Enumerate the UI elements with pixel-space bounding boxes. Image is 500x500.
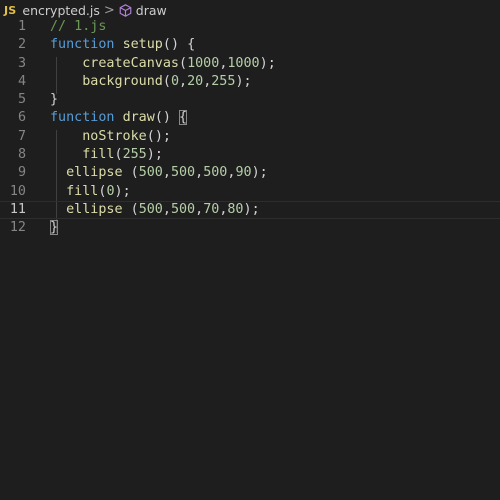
code-lines[interactable]: 1// 1.js 2 function setup() {3 createCanva… [0, 18, 500, 238]
code-line[interactable]: 12} [0, 219, 500, 237]
line-number: 4 [17, 73, 26, 89]
line-number: 10 [9, 183, 26, 199]
line-number: 6 [17, 110, 26, 126]
line-number: 2 [17, 37, 26, 53]
line-number: 7 [17, 128, 26, 144]
code-text[interactable]: fill(255); [50, 146, 163, 164]
code-line[interactable]: 1 // 1.js [0, 18, 500, 36]
code-editor[interactable]: 1// 1.js 2 function setup() {3 createCanva… [0, 18, 500, 238]
code-line[interactable]: 2 function setup() { [0, 36, 500, 54]
code-text[interactable]: ellipse (500,500,500,90); [50, 164, 268, 182]
line-number: 1 [17, 19, 26, 34]
line-number: 8 [17, 147, 26, 163]
code-text[interactable]: createCanvas(1000,1000); [50, 55, 276, 73]
line-number: 11 [9, 201, 26, 217]
code-line[interactable]: 3 createCanvas(1000,1000); [0, 55, 500, 73]
code-line[interactable]: 8 fill(255); [0, 146, 500, 164]
code-line[interactable]: 10 fill(0); [0, 183, 500, 201]
breadcrumb-symbol-name[interactable]: draw [136, 3, 167, 18]
line-number: 3 [17, 55, 26, 71]
code-text[interactable]: function draw() { [50, 109, 188, 127]
breadcrumb-file-name[interactable]: encrypted.js [22, 3, 99, 18]
code-line[interactable]: 5} [0, 91, 500, 109]
code-line[interactable]: 4 background(0,20,255); [0, 73, 500, 91]
code-line[interactable]: 9 ellipse (500,500,500,90); [0, 164, 500, 182]
breadcrumb: JS encrypted.js > draw [0, 0, 500, 20]
line-number: 9 [17, 165, 26, 181]
line-number: 12 [9, 220, 26, 236]
cube-icon [119, 3, 133, 17]
line-number: 5 [17, 92, 26, 108]
code-text[interactable]: } [50, 219, 59, 237]
code-text[interactable]: fill(0); [50, 183, 131, 201]
code-text[interactable]: } [50, 91, 58, 109]
code-text[interactable]: // 1.js [50, 18, 106, 36]
js-file-icon: JS [4, 3, 17, 17]
code-text[interactable]: function setup() { [50, 36, 195, 54]
code-text[interactable]: ellipse (500,500,70,80); [50, 202, 260, 218]
code-text[interactable]: background(0,20,255); [50, 73, 251, 91]
code-text[interactable]: noStroke(); [50, 128, 171, 146]
breadcrumb-separator: > [103, 2, 115, 18]
code-line[interactable]: 6 function draw() { [0, 109, 500, 127]
code-line[interactable]: 11 ellipse (500,500,70,80); [0, 200, 500, 220]
code-line[interactable]: 7 noStroke(); [0, 128, 500, 146]
